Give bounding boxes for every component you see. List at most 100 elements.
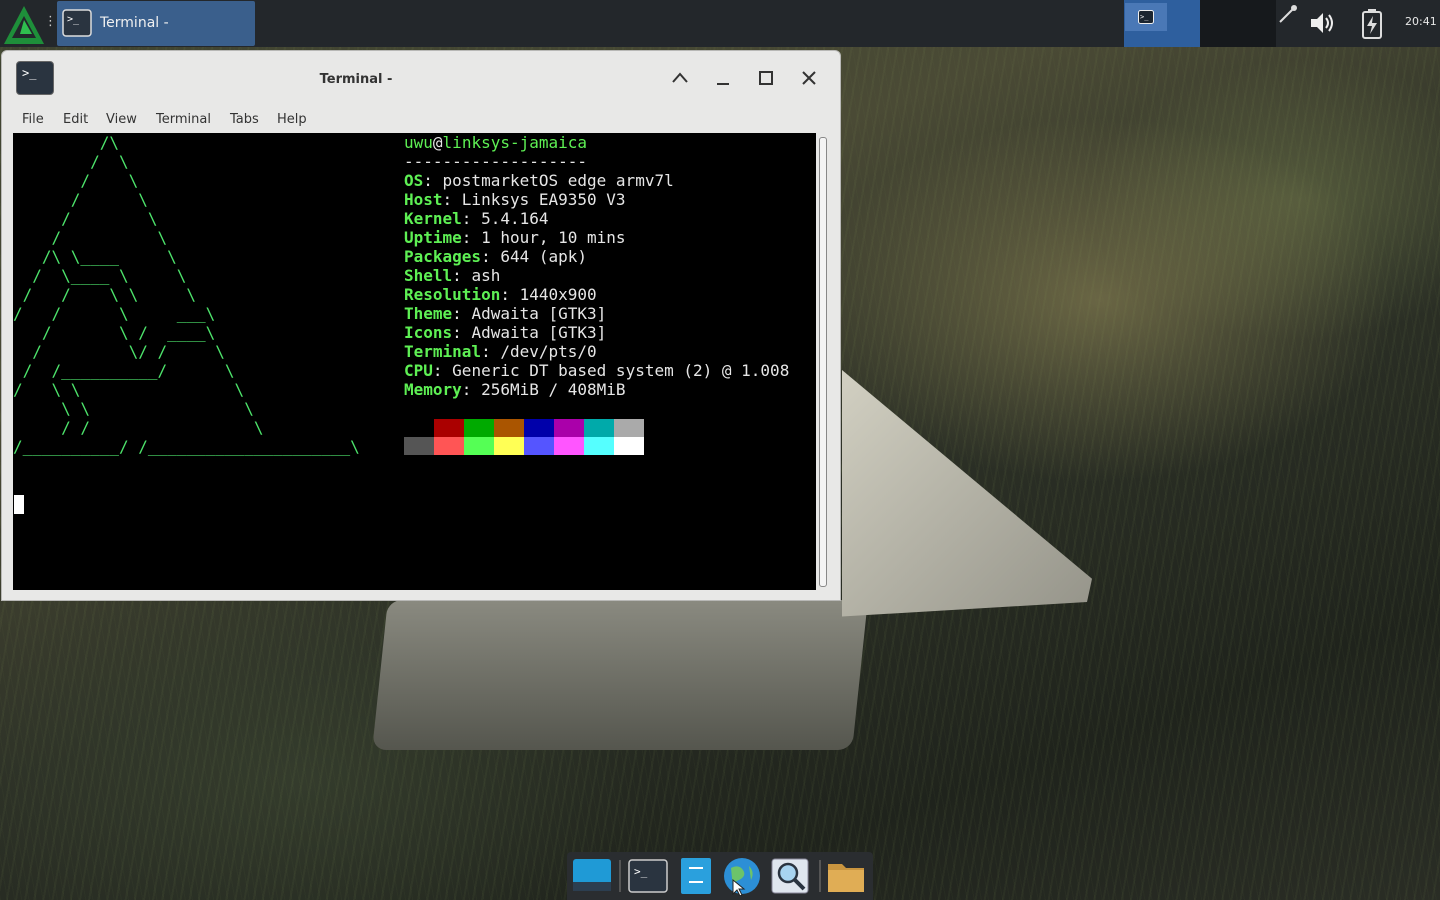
color-palette [404, 419, 644, 455]
palette-swatch [554, 437, 584, 455]
window-titlebar[interactable]: >_ Terminal - [2, 51, 840, 107]
minimize-button[interactable] [709, 67, 737, 95]
username: uwu [404, 133, 433, 152]
dock-web-browser-button[interactable] [721, 856, 763, 897]
info-colon: : [461, 209, 482, 228]
clock[interactable]: 20:41 [1405, 15, 1437, 28]
terminal-icon: >_ [62, 9, 92, 37]
menu-help[interactable]: Help [277, 112, 307, 127]
info-value: Adwaita [GTK3] [471, 323, 607, 342]
info-fields: OS: postmarketOS edge armv7l Host: Linksy… [404, 171, 789, 399]
info-value: 1440x900 [519, 285, 597, 304]
menu-tabs[interactable]: Tabs [230, 112, 259, 127]
top-panel: ⋮ >_ Terminal - >_ 20:41 [0, 0, 1440, 47]
workspace-window-preview: >_ [1125, 3, 1167, 31]
info-row: Kernel: 5.4.164 [404, 209, 789, 228]
palette-swatch [494, 419, 524, 437]
battery-charging-icon[interactable] [1360, 8, 1384, 40]
dock-separator [619, 860, 621, 892]
dock-terminal-button[interactable]: >_ [627, 856, 669, 896]
palette-row-bright [404, 437, 644, 455]
close-button[interactable] [795, 67, 823, 95]
info-key: Memory [404, 380, 462, 399]
menu-edit[interactable]: Edit [63, 112, 88, 127]
info-row: Host: Linksys EA9350 V3 [404, 190, 789, 209]
workspace-1-button[interactable]: >_ [1124, 0, 1200, 47]
app-finder-icon [771, 858, 809, 894]
info-value: postmarketOS edge armv7l [442, 171, 674, 190]
svg-text:>_: >_ [634, 865, 648, 878]
menu-view[interactable]: View [106, 112, 137, 127]
scrollbar-thumb[interactable] [819, 137, 827, 587]
applications-menu-button[interactable]: ⋮ [0, 0, 57, 47]
minimize-icon [717, 83, 729, 85]
info-key: Uptime [404, 228, 462, 247]
info-key: Theme [404, 304, 453, 323]
dock-app-finder-button[interactable] [769, 856, 811, 896]
palette-swatch [524, 419, 554, 437]
info-key: Host [404, 190, 443, 209]
info-colon: : [452, 304, 472, 323]
info-value: Generic DT based system (2) @ 1.008 [452, 361, 790, 380]
terminal-icon: >_ [628, 859, 668, 893]
desktop-icon [573, 859, 611, 891]
volume-icon[interactable] [1308, 9, 1338, 37]
info-colon: : [461, 228, 482, 247]
palette-swatch [524, 437, 554, 455]
palette-row-normal [404, 419, 644, 437]
terminal-scrollbar[interactable] [817, 133, 829, 590]
web-browser-icon [724, 858, 760, 897]
window-title: Terminal - [319, 72, 393, 87]
separator-line: ------------------- [404, 152, 588, 171]
info-colon: : [481, 342, 501, 361]
info-value: 1 hour, 10 mins [481, 228, 626, 247]
taskbar-terminal-button[interactable]: >_ Terminal - [57, 1, 255, 46]
menu-terminal[interactable]: Terminal [156, 112, 211, 127]
network-icon[interactable] [1276, 0, 1300, 30]
palette-swatch [554, 419, 584, 437]
postmarketos-logo-icon [4, 6, 44, 44]
terminal-output[interactable]: /\ / \ / \ / \ / \ / \ /\ \____ \ / \___… [13, 133, 816, 590]
palette-swatch [404, 437, 434, 455]
palette-swatch [584, 437, 614, 455]
menu-handle-icon: ⋮ [44, 14, 57, 29]
palette-swatch [584, 419, 614, 437]
info-row: CPU: Generic DT based system (2) @ 1.008 [404, 361, 789, 380]
info-row: Packages: 644 (apk) [404, 247, 789, 266]
info-key: Resolution [404, 285, 501, 304]
menu-file[interactable]: File [22, 112, 44, 127]
system-info: uwu@linksys-jamaica ------------------- … [404, 133, 789, 399]
file-manager-icon [681, 858, 711, 894]
postmarketos-ascii-logo: /\ / \ / \ / \ / \ / \ /\ \____ \ / \___… [13, 133, 360, 456]
menubar: File Edit View Terminal Tabs Help [2, 109, 840, 133]
info-colon: : [500, 285, 520, 304]
info-key: Shell [404, 266, 453, 285]
dock-file-manager-button[interactable] [675, 856, 717, 896]
svg-text:>_: >_ [1140, 13, 1149, 21]
info-value: /dev/pts/0 [500, 342, 597, 361]
workspace-2-button[interactable] [1200, 0, 1276, 47]
terminal-icon: >_ [1138, 10, 1154, 24]
palette-swatch [614, 419, 644, 437]
palette-swatch [434, 437, 464, 455]
maximize-icon [759, 71, 773, 85]
user-host-line: uwu@linksys-jamaica [404, 133, 789, 152]
info-value: 644 (apk) [500, 247, 588, 266]
info-key: Terminal [404, 342, 482, 361]
at-sign: @ [432, 133, 443, 152]
info-colon: : [432, 361, 453, 380]
dock-folder-button[interactable] [825, 856, 867, 896]
info-value: ash [471, 266, 501, 285]
maximize-button[interactable] [752, 67, 780, 95]
palette-swatch [434, 419, 464, 437]
folder-icon [828, 864, 864, 892]
shade-button[interactable] [666, 67, 694, 95]
info-row: Shell: ash [404, 266, 789, 285]
terminal-window: >_ Terminal - File Edit View Terminal Ta… [1, 50, 841, 601]
info-row: OS: postmarketOS edge armv7l [404, 171, 789, 190]
palette-swatch [464, 419, 494, 437]
hostname: linksys-jamaica [442, 133, 588, 152]
show-desktop-button[interactable] [571, 856, 613, 896]
svg-text:>_: >_ [67, 14, 80, 25]
wallpaper-slab [372, 600, 868, 750]
